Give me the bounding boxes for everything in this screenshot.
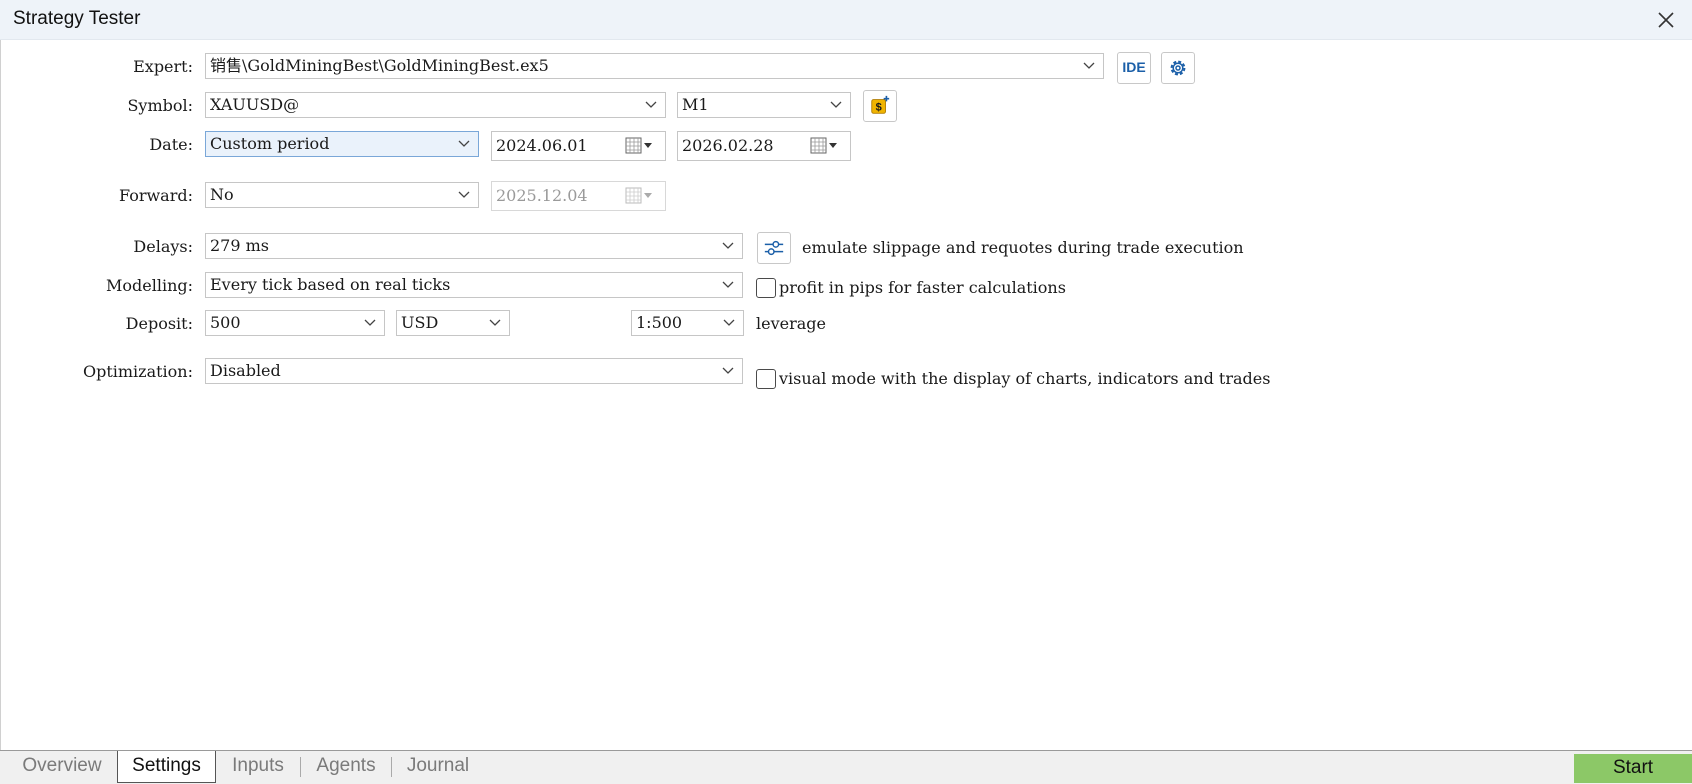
delays-settings-button[interactable] <box>757 232 791 264</box>
chevron-down-icon <box>722 242 734 249</box>
coin-add-icon: $ <box>871 95 890 114</box>
forward-date-picker: 2025.12.04 <box>491 181 666 211</box>
delays-value: 279 ms <box>210 236 270 255</box>
forward-value: No <box>210 185 234 204</box>
delays-label: Delays: <box>133 237 193 256</box>
sliders-icon <box>764 240 784 256</box>
deposit-select[interactable]: 500 <box>205 310 385 336</box>
date-from-value: 2024.06.01 <box>496 136 588 155</box>
expert-settings-button[interactable] <box>1161 52 1195 84</box>
title-bar: Strategy Tester <box>0 0 1692 40</box>
optimization-label: Optimization: <box>82 362 193 381</box>
chevron-down-icon <box>489 319 501 326</box>
start-button[interactable]: Start <box>1574 754 1692 783</box>
tab-settings[interactable]: Settings <box>117 751 216 783</box>
modelling-select[interactable]: Every tick based on real ticks <box>205 272 743 298</box>
date-to-picker[interactable]: 2026.02.28 <box>677 131 851 161</box>
forward-select[interactable]: No <box>205 182 479 208</box>
leverage-text: leverage <box>756 314 826 333</box>
calendar-icon <box>625 137 652 154</box>
chevron-down-icon <box>458 191 470 198</box>
svg-text:$: $ <box>876 102 882 114</box>
leverage-value: 1:500 <box>636 313 683 332</box>
deposit-label: Deposit: <box>125 314 193 333</box>
chevron-down-icon <box>645 101 657 108</box>
symbol-value: XAUUSD@ <box>210 95 300 114</box>
expert-select[interactable]: 销售\GoldMiningBest\GoldMiningBest.ex5 <box>205 53 1104 79</box>
bottom-tab-bar: Overview Settings Inputs Agents Journal … <box>0 750 1692 784</box>
tab-overview[interactable]: Overview <box>12 751 112 784</box>
symbol-label: Symbol: <box>127 96 193 115</box>
expert-label: Expert: <box>133 57 193 76</box>
modelling-label: Modelling: <box>105 276 193 295</box>
tab-journal[interactable]: Journal <box>395 751 481 784</box>
chevron-down-icon <box>1083 62 1095 69</box>
tab-inputs[interactable]: Inputs <box>220 751 296 784</box>
tab-separator <box>391 757 392 777</box>
forward-date-value: 2025.12.04 <box>496 186 588 205</box>
date-from-picker[interactable]: 2024.06.01 <box>491 131 666 161</box>
slippage-text: emulate slippage and requotes during tra… <box>802 238 1244 257</box>
date-mode-select[interactable]: Custom period <box>205 131 479 157</box>
visual-mode-checkbox[interactable] <box>756 369 776 389</box>
expert-value: 销售\GoldMiningBest\GoldMiningBest.ex5 <box>210 56 549 75</box>
deposit-value: 500 <box>210 313 241 332</box>
chevron-down-icon <box>722 367 734 374</box>
modelling-value: Every tick based on real ticks <box>210 275 451 294</box>
delays-select[interactable]: 279 ms <box>205 233 743 259</box>
settings-panel: Expert: 销售\GoldMiningBest\GoldMiningBest… <box>0 40 1692 750</box>
date-to-value: 2026.02.28 <box>682 136 774 155</box>
pips-text: profit in pips for faster calculations <box>779 278 1066 297</box>
ide-icon: IDE <box>1122 59 1146 75</box>
date-mode-value: Custom period <box>210 134 330 153</box>
symbol-select[interactable]: XAUUSD@ <box>205 92 666 118</box>
window-title: Strategy Tester <box>13 8 141 29</box>
currency-select[interactable]: USD <box>396 310 510 336</box>
chevron-down-icon <box>364 319 376 326</box>
chevron-down-icon <box>722 281 734 288</box>
gear-icon <box>1170 60 1186 76</box>
forward-label: Forward: <box>118 186 193 205</box>
calendar-icon <box>625 187 652 204</box>
calendar-icon <box>810 137 837 154</box>
leverage-select[interactable]: 1:500 <box>631 310 744 336</box>
date-label: Date: <box>149 135 193 154</box>
currency-value: USD <box>401 313 439 332</box>
visual-mode-text: visual mode with the display of charts, … <box>779 369 1271 388</box>
ide-button[interactable]: IDE <box>1117 52 1151 84</box>
tab-separator <box>300 757 301 777</box>
optimization-select[interactable]: Disabled <box>205 358 743 384</box>
timeframe-value: M1 <box>682 95 709 114</box>
timeframe-select[interactable]: M1 <box>677 92 851 118</box>
chevron-down-icon <box>723 319 735 326</box>
symbol-add-button[interactable]: $ <box>863 90 897 122</box>
close-icon[interactable] <box>1652 6 1680 34</box>
chevron-down-icon <box>830 101 842 108</box>
optimization-value: Disabled <box>210 361 281 380</box>
tab-agents[interactable]: Agents <box>304 751 388 784</box>
pips-checkbox[interactable] <box>756 278 776 298</box>
chevron-down-icon <box>458 140 470 147</box>
